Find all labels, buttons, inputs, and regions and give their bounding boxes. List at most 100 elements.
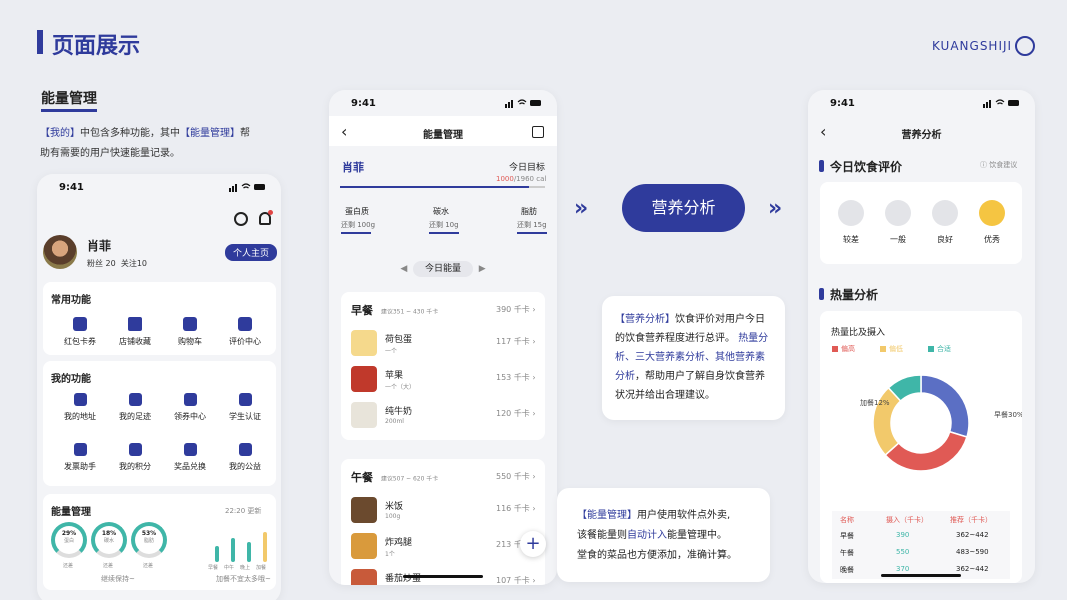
settings-icon[interactable] bbox=[234, 212, 248, 226]
legend-label: 合适 bbox=[937, 345, 951, 353]
target-progress bbox=[340, 186, 545, 188]
status-icons bbox=[505, 99, 541, 108]
my-function-item[interactable]: 奖品兑换 bbox=[165, 443, 215, 472]
my-functions-card: 我的功能 我的地址 我的足迹 领券中心 学生认证 发票助手 我的积分 奖品兑换 我的公益 bbox=[43, 361, 276, 486]
my-function-item[interactable]: 我的公益 bbox=[220, 443, 270, 472]
poor-face-icon[interactable] bbox=[838, 200, 864, 226]
my-function-label: 学生认证 bbox=[229, 412, 261, 421]
bubble1-text-3: ，帮助用户了解自身饮 bbox=[635, 371, 735, 382]
home-indicator bbox=[881, 574, 961, 577]
bubble2-text-3: 能量管理中。 bbox=[667, 530, 727, 541]
food-photo bbox=[351, 569, 377, 585]
comment-icon bbox=[238, 317, 252, 331]
eval-label: 较差 bbox=[843, 235, 859, 244]
common-item[interactable]: 购物车 bbox=[165, 317, 215, 347]
notification-bell-icon[interactable] bbox=[259, 210, 273, 225]
status-time: 9:41 bbox=[351, 98, 376, 109]
pie-label-0: 早餐30% bbox=[994, 410, 1022, 419]
common-item[interactable]: 评价中心 bbox=[220, 317, 270, 347]
common-item-label: 红包卡券 bbox=[64, 337, 96, 346]
status-time: 9:41 bbox=[59, 182, 84, 193]
my-function-label: 领券中心 bbox=[174, 412, 206, 421]
breakfast-title: 早餐 bbox=[351, 304, 373, 317]
food-kcal-value: 120 千卡 bbox=[496, 409, 530, 418]
intro-text: 【我的】中包含多种功能，其中【能量管理】帮 助有需要的用户快速能量记录。 bbox=[40, 124, 270, 164]
food-kcal[interactable]: 153 千卡 › bbox=[496, 372, 536, 383]
cart-icon bbox=[183, 317, 197, 331]
ring-label: 还差 bbox=[63, 563, 74, 569]
legend-swatch bbox=[832, 346, 838, 352]
food-kcal[interactable]: 116 千卡 › bbox=[496, 503, 536, 514]
next-day-icon[interactable]: ▶ bbox=[479, 264, 486, 274]
bubble2-text-4: 堂食的菜品也方便添加，准确计算。 bbox=[577, 550, 737, 561]
row-name: 早餐 bbox=[840, 532, 854, 540]
heat-analysis-card: 热量比及摄入 偏高 偏低 合适 早餐30%午餐34%晚餐25%加餐12% 名称 摄入（… bbox=[820, 311, 1022, 583]
row-recommend: 483~590 bbox=[956, 548, 989, 556]
food-kcal[interactable]: 107 千卡 › bbox=[496, 575, 536, 585]
lunch-card: 午餐 建议507 ~ 620 千卡 550 千卡 › 米饭 100g 116 千卡 … bbox=[341, 459, 545, 585]
my-function-item[interactable]: 我的足迹 bbox=[110, 393, 160, 422]
food-kcal[interactable]: 120 千卡 › bbox=[496, 408, 536, 419]
row-recommend: 362~442 bbox=[956, 565, 989, 573]
page-title: 页面展示 bbox=[52, 34, 141, 59]
food-kcal-value: 107 千卡 bbox=[496, 576, 530, 585]
fans-count[interactable]: 粉丝 20 bbox=[87, 259, 116, 268]
excellent-face-icon[interactable] bbox=[979, 200, 1005, 226]
bubble2-text-2: 该餐能量则 bbox=[577, 530, 627, 541]
today-energy-tab[interactable]: ◀ 今日能量 ▶ bbox=[382, 261, 504, 277]
food-photo bbox=[351, 366, 377, 392]
add-food-button[interactable]: + bbox=[520, 531, 546, 557]
breakfast-total[interactable]: 390 千卡 › bbox=[496, 304, 536, 315]
brand-name: KUANGSHIJI bbox=[932, 39, 1013, 53]
lunch-total[interactable]: 550 千卡 › bbox=[496, 471, 536, 482]
intro-link-energy: 【能量管理】 bbox=[180, 128, 240, 139]
my-function-item[interactable]: 我的地址 bbox=[55, 393, 105, 422]
my-function-label: 奖品兑换 bbox=[174, 462, 206, 471]
chart-title: 热量比及摄入 bbox=[831, 328, 886, 338]
follow-count[interactable]: 关注10 bbox=[121, 259, 147, 268]
nutrient-name: 碳水 bbox=[433, 207, 449, 216]
ring-sub: 碳水 bbox=[103, 538, 114, 544]
lunch-total-value: 550 千卡 bbox=[496, 472, 530, 481]
food-sub: 200ml bbox=[385, 418, 404, 425]
food-sub: 一个（大） bbox=[385, 384, 416, 391]
my-function-item[interactable]: 我的积分 bbox=[110, 443, 160, 472]
food-kcal[interactable]: 117 千卡 › bbox=[496, 336, 536, 347]
common-item[interactable]: 红包卡券 bbox=[55, 317, 105, 347]
food-photo bbox=[351, 533, 377, 559]
energy-summary-card[interactable]: 能量管理 22:20 更新 29% 蛋白 还差 18% 碳水 还差 53% 脂肪 还差 继续保持… bbox=[43, 494, 276, 590]
pie-slice-1 bbox=[884, 430, 968, 472]
bar-label: 加餐 bbox=[256, 565, 267, 571]
my-function-item[interactable]: 领券中心 bbox=[165, 393, 215, 422]
table-row: 早餐 390 362~442 bbox=[832, 531, 1010, 545]
legend-swatch bbox=[928, 346, 934, 352]
phone-nutrition-analysis: 9:41 ‹ 营养分析 今日饮食评价 ⓘ 饮食建议 较差 一般 良好 优秀 热量分析 … bbox=[808, 90, 1035, 583]
nutrient-rest: 还剩 10g bbox=[429, 221, 459, 229]
row-intake: 390 bbox=[896, 531, 910, 539]
nutrient-name: 蛋白质 bbox=[345, 207, 369, 216]
common-item[interactable]: 店铺收藏 bbox=[110, 317, 160, 347]
my-function-label: 我的地址 bbox=[64, 412, 96, 421]
status-icons bbox=[983, 99, 1019, 108]
avatar[interactable] bbox=[43, 235, 77, 269]
pie-slice-2 bbox=[872, 386, 902, 457]
chevron-right-icon: › bbox=[529, 576, 536, 585]
my-function-item[interactable]: 发票助手 bbox=[55, 443, 105, 472]
good-face-icon[interactable] bbox=[932, 200, 958, 226]
location-icon bbox=[73, 393, 87, 406]
intro-text-2: 帮 bbox=[240, 128, 250, 139]
target-label: 今日目标 bbox=[509, 163, 546, 173]
share-icon[interactable] bbox=[532, 126, 544, 138]
row-name: 晚餐 bbox=[840, 566, 854, 574]
prev-day-icon[interactable]: ◀ bbox=[400, 264, 407, 274]
diet-advice-link[interactable]: ⓘ 饮食建议 bbox=[980, 160, 1017, 170]
chevron-right-icon: › bbox=[529, 504, 536, 513]
nav-title: 能量管理 bbox=[423, 130, 463, 141]
table-header-cell: 名称 bbox=[840, 516, 854, 524]
today-energy-label: 今日能量 bbox=[412, 261, 473, 277]
common-item-label: 评价中心 bbox=[229, 337, 261, 346]
my-function-item[interactable]: 学生认证 bbox=[220, 393, 270, 422]
home-page-button[interactable]: 个人主页 bbox=[225, 244, 278, 261]
food-kcal-value: 153 千卡 bbox=[496, 373, 530, 382]
normal-face-icon[interactable] bbox=[885, 200, 911, 226]
